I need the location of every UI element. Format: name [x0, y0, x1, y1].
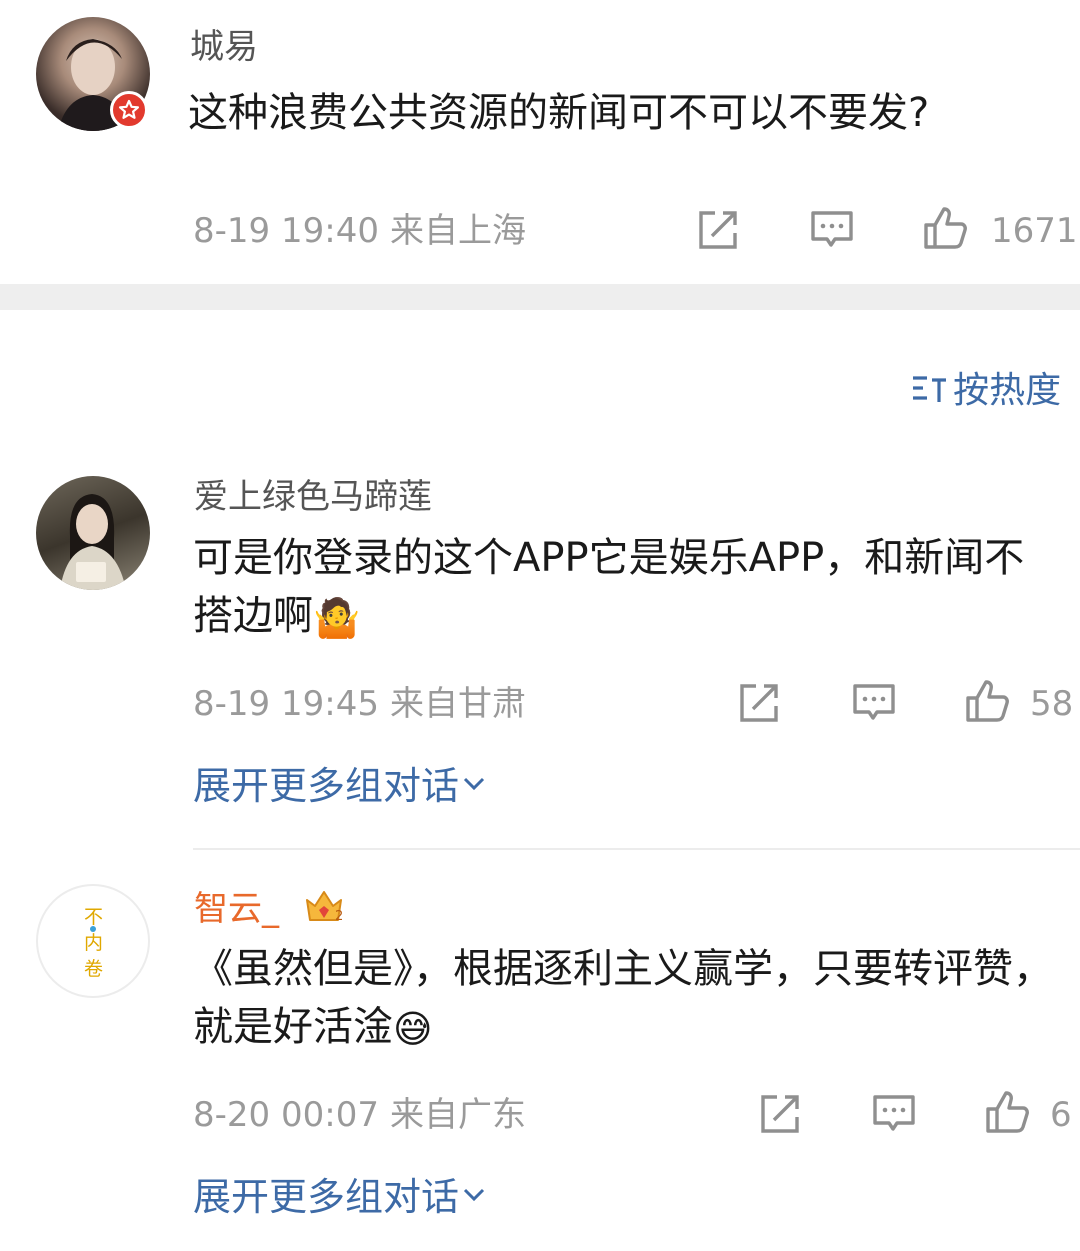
comment-time: 8-19 19:40 — [193, 211, 379, 251]
portrait-icon — [60, 494, 126, 590]
comment-time: 8-20 00:07 — [193, 1095, 379, 1135]
comment-icon[interactable] — [809, 207, 855, 253]
expand-conversation-link[interactable]: 展开更多组对话 — [193, 764, 487, 808]
svg-text:2: 2 — [335, 909, 343, 924]
comment-divider — [193, 848, 1080, 850]
expand-label: 展开更多组对话 — [193, 1175, 460, 1219]
comment-location: 来自广东 — [390, 1095, 526, 1135]
comment-text: 这种浪费公共资源的新闻可不可以不要发? — [188, 90, 930, 136]
sort-icon — [913, 376, 946, 402]
comment-icon[interactable] — [851, 680, 897, 726]
avatar[interactable]: 不 内 卷 — [36, 884, 150, 998]
comment-location: 来自上海 — [390, 211, 526, 251]
comment-location: 来自甘肃 — [390, 684, 526, 724]
like-icon[interactable] — [922, 205, 968, 251]
comment-text: 《虽然但是》，根据逐利主义赢学，只要转评赞，就是好活淦 — [193, 946, 1053, 1050]
chevron-down-icon — [463, 777, 485, 791]
sweat-smile-emoji-icon: 😅 — [393, 1007, 433, 1051]
avatar-text-1: 不 — [84, 906, 104, 928]
comment-username[interactable]: 城易 — [190, 27, 258, 67]
verified-star-badge-icon — [110, 91, 148, 129]
avatar-text-3: 卷 — [84, 958, 104, 980]
like-icon[interactable] — [984, 1089, 1030, 1135]
share-icon[interactable] — [757, 1091, 803, 1137]
share-icon[interactable] — [695, 207, 741, 253]
like-icon[interactable] — [964, 678, 1010, 724]
comment-time: 8-19 19:45 — [193, 684, 379, 724]
like-count: 58 — [1030, 684, 1074, 724]
share-icon[interactable] — [736, 680, 782, 726]
like-count: 1671 — [991, 211, 1078, 251]
comment-icon[interactable] — [871, 1091, 917, 1137]
comment-username[interactable]: 智云_ — [194, 889, 279, 929]
shrug-emoji-icon: 🤷 — [313, 596, 361, 640]
comment-text-container: 可是你登录的这个APP它是娱乐APP，和新闻不搭边啊🤷 — [193, 529, 1053, 647]
avatar-text-2: 内 — [84, 932, 104, 954]
sort-button[interactable]: 按热度 — [910, 368, 1061, 414]
crown-badge-icon: 2 — [306, 891, 343, 924]
avatar[interactable] — [36, 476, 150, 590]
sort-label: 按热度 — [953, 370, 1062, 411]
expand-conversation-link[interactable]: 展开更多组对话 — [193, 1175, 487, 1219]
comment-text-container: 《虽然但是》，根据逐利主义赢学，只要转评赞，就是好活淦😅 — [193, 940, 1063, 1058]
comment-username[interactable]: 爱上绿色马蹄莲 — [194, 477, 432, 517]
like-count: 6 — [1050, 1095, 1072, 1135]
section-divider — [0, 284, 1080, 310]
expand-label: 展开更多组对话 — [193, 764, 460, 808]
chevron-down-icon — [463, 1188, 485, 1202]
